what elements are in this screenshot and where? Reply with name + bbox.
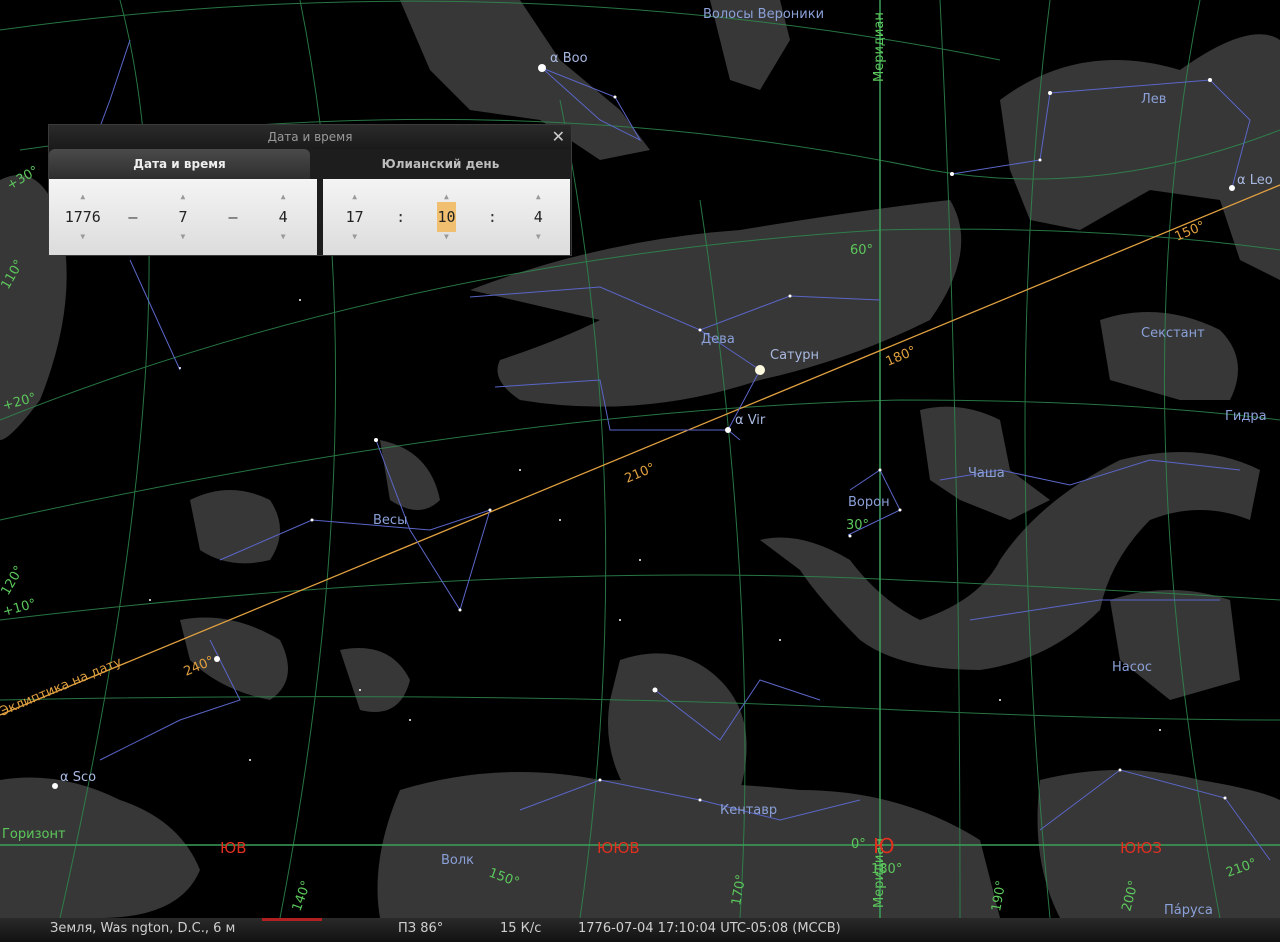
label-leo: Лев: [1141, 92, 1166, 107]
minute-spinner[interactable]: ▲ 10 ▼: [424, 192, 468, 242]
label-crater: Чаша: [968, 466, 1005, 481]
month-value[interactable]: 7: [178, 202, 187, 232]
label-hydra: Гидра: [1225, 409, 1267, 424]
label-lupus: Волк: [441, 853, 474, 868]
minute-up-icon[interactable]: ▲: [444, 192, 449, 202]
grid-label-140: 140°: [290, 879, 315, 914]
label-antlia: Насос: [1112, 660, 1152, 675]
label-sextans: Секстант: [1141, 326, 1205, 341]
second-down-icon[interactable]: ▼: [536, 232, 541, 242]
date-separator: –: [128, 208, 138, 226]
date-time-dialog: Дата и время ✕ Дата и время Юлианский де…: [48, 124, 572, 256]
label-libra: Весы: [373, 513, 407, 528]
day-value[interactable]: 4: [279, 202, 288, 232]
label-horizon: Горизонт: [2, 827, 66, 842]
label-saturn: Сатурн: [770, 348, 819, 363]
time-panel: ▲ 17 ▼ : ▲ 10 ▼ : ▲ 4 ▼: [323, 179, 570, 255]
hour-down-icon[interactable]: ▼: [352, 232, 357, 242]
month-up-icon[interactable]: ▲: [181, 192, 186, 202]
tab-date-time[interactable]: Дата и время: [49, 149, 310, 179]
grid-label-30: 30°: [846, 518, 869, 533]
year-down-icon[interactable]: ▼: [80, 232, 85, 242]
year-value[interactable]: 1776: [65, 202, 101, 232]
label-coma: Волосы Вероники: [703, 7, 824, 22]
close-icon[interactable]: ✕: [552, 125, 565, 149]
hour-value[interactable]: 17: [346, 202, 364, 232]
dialog-titlebar[interactable]: Дата и время ✕: [49, 125, 571, 149]
dialog-title: Дата и время: [267, 130, 353, 144]
day-down-icon[interactable]: ▼: [281, 232, 286, 242]
second-spinner[interactable]: ▲ 4 ▼: [516, 192, 560, 242]
status-location: Земля, Was ngton, D.C., 6 м: [50, 921, 236, 936]
label-ecliptic: Эклиптика на дату: [0, 655, 124, 720]
cardinal-s: Ю: [873, 834, 895, 858]
label-alpha-sco: α Sco: [60, 770, 96, 785]
status-fov: ПЗ 86°: [398, 921, 444, 936]
label-virgo: Дева: [701, 332, 735, 347]
time-separator: :: [396, 208, 406, 226]
label-centaurus: Кентавр: [720, 803, 777, 818]
cardinal-se: ЮВ: [220, 839, 246, 857]
cardinal-ssw: ЮЮЗ: [1120, 839, 1162, 857]
label-alpha-leo: α Leo: [1237, 173, 1273, 188]
second-up-icon[interactable]: ▲: [536, 192, 541, 202]
minute-value[interactable]: 10: [437, 202, 456, 232]
grid-label-190: 190°: [989, 879, 1009, 912]
label-corvus: Ворон: [848, 495, 890, 510]
date-panel: ▲ 1776 ▼ – ▲ 7 ▼ – ▲ 4 ▼: [49, 179, 317, 255]
date-separator: –: [228, 208, 238, 226]
cardinal-sse: ЮЮВ: [597, 839, 640, 857]
year-spinner[interactable]: ▲ 1776 ▼: [61, 192, 105, 242]
day-spinner[interactable]: ▲ 4 ▼: [261, 192, 305, 242]
status-accent: [262, 918, 322, 921]
grid-label-60: 60°: [850, 243, 873, 258]
day-up-icon[interactable]: ▲: [281, 192, 286, 202]
grid-label-0: 0°: [851, 837, 866, 852]
label-meridian: Меридиан: [872, 12, 887, 82]
hour-spinner[interactable]: ▲ 17 ▼: [333, 192, 377, 242]
minute-down-icon[interactable]: ▼: [444, 232, 449, 242]
ecliptic-mark-210: 210°: [623, 461, 658, 487]
hour-up-icon[interactable]: ▲: [352, 192, 357, 202]
status-bar: Земля, Was ngton, D.C., 6 м ПЗ 86° 15 К/…: [0, 918, 1280, 942]
label-alpha-boo: α Boo: [550, 51, 588, 66]
time-separator: :: [487, 208, 497, 226]
status-fps: 15 К/с: [500, 921, 542, 936]
label-vela: Па́руса: [1164, 903, 1213, 918]
year-up-icon[interactable]: ▲: [80, 192, 85, 202]
dialog-tabs: Дата и время Юлианский день: [49, 149, 571, 179]
tab-julian-day[interactable]: Юлианский день: [310, 149, 571, 179]
month-down-icon[interactable]: ▼: [181, 232, 186, 242]
second-value[interactable]: 4: [534, 202, 543, 232]
grid-label-120: 120°: [0, 563, 27, 598]
month-spinner[interactable]: ▲ 7 ▼: [161, 192, 205, 242]
label-alpha-vir: α Vir: [735, 413, 766, 428]
status-datetime: 1776-07-04 17:10:04 UTC-05:08 (МССВ): [578, 921, 841, 936]
grid-label-180: 180°: [871, 862, 902, 877]
